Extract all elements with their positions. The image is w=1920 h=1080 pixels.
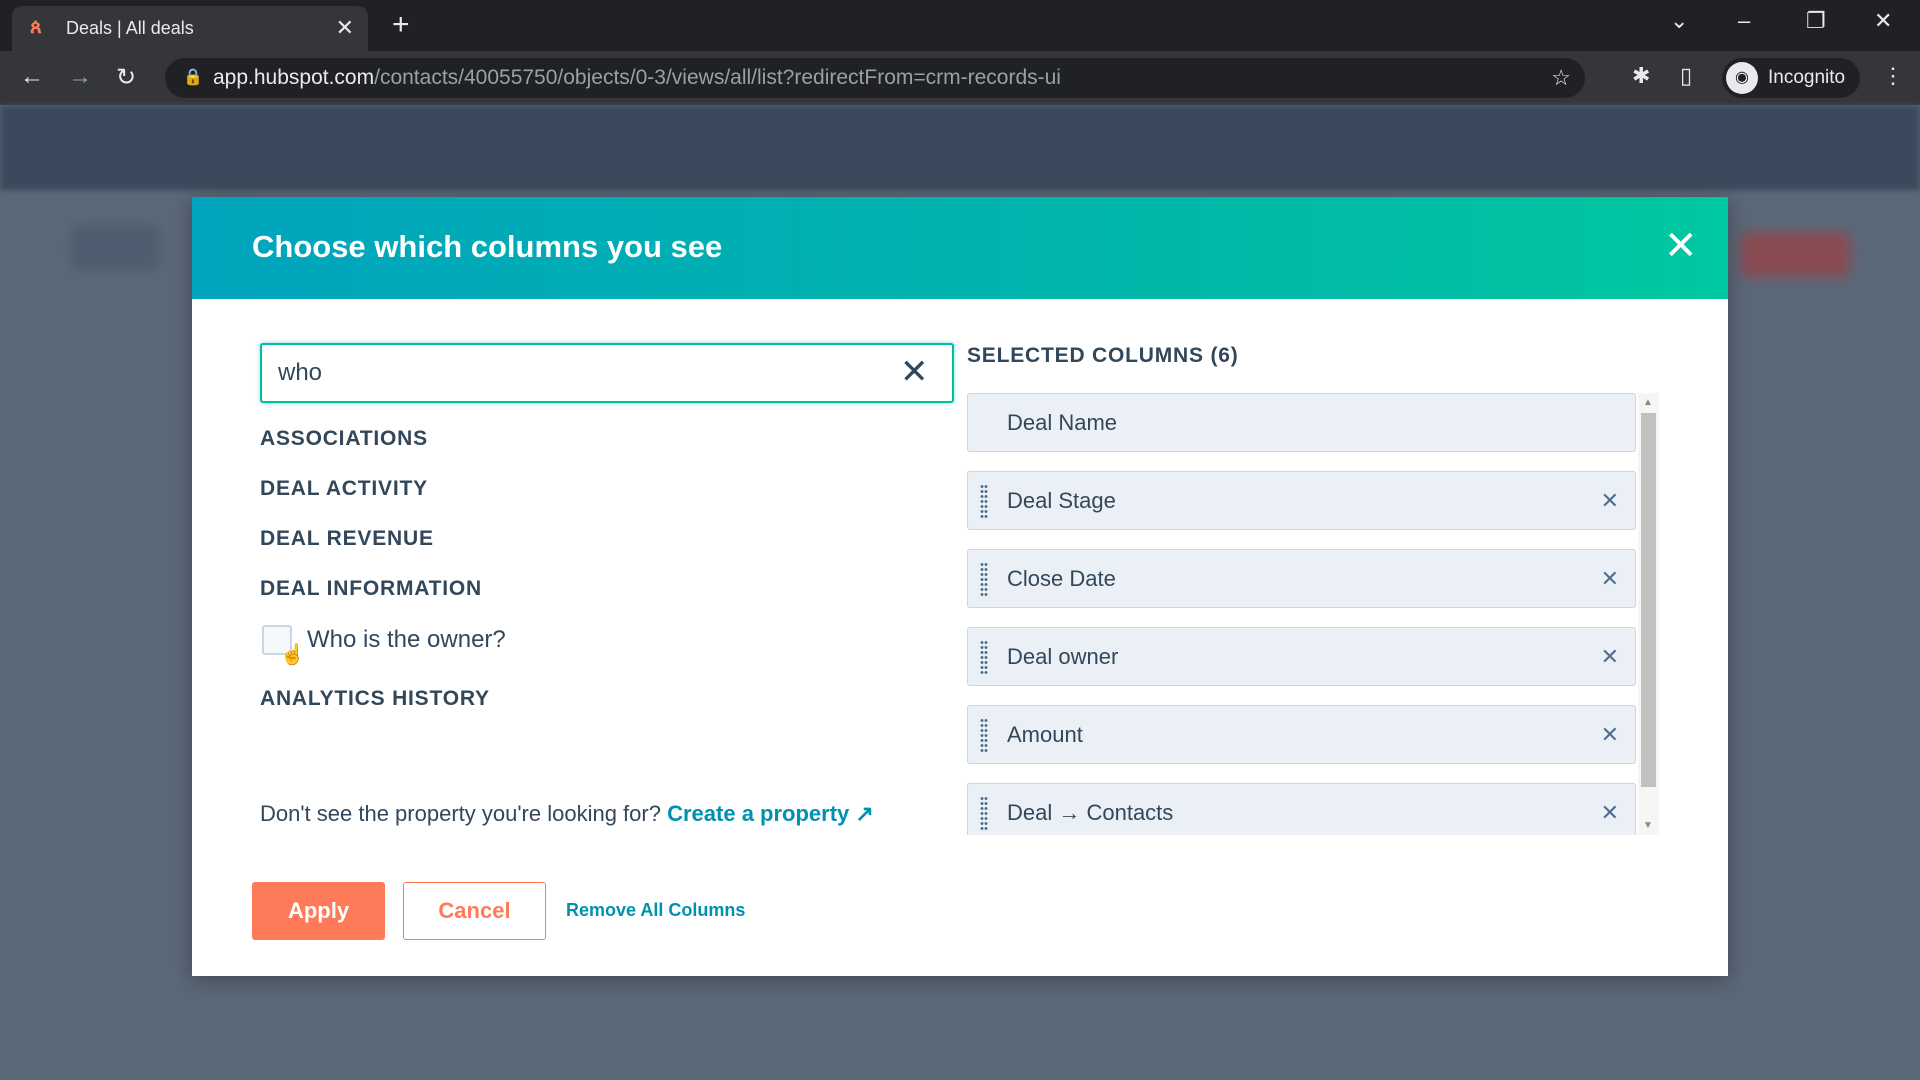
selected-columns-header: SELECTED COLUMNS (6) (967, 344, 1239, 367)
remove-column-icon[interactable]: ✕ (1601, 550, 1619, 607)
url-path: /contacts/40055750/objects/0-3/views/all… (374, 66, 1061, 89)
close-window-icon[interactable]: ✕ (1874, 8, 1892, 34)
column-label: Deal owner (1007, 644, 1119, 669)
section-deal-information[interactable]: DEAL INFORMATION (260, 577, 482, 601)
create-property-link[interactable]: Create a property ↗ (667, 801, 874, 826)
close-tab-icon[interactable]: ✕ (336, 15, 354, 41)
column-label: Deal → Contacts (1007, 800, 1174, 825)
who-is-owner-label[interactable]: Who is the owner? (307, 626, 506, 654)
hand-cursor-icon: ☝ (280, 644, 305, 666)
selected-column-deal-stage[interactable]: Deal Stage ✕ (967, 471, 1636, 530)
scroll-up-icon[interactable]: ▲ (1643, 397, 1653, 408)
footer-hint: Don't see the property you're looking fo… (260, 801, 874, 827)
menu-icon[interactable]: ⋮ (1882, 63, 1904, 89)
url-field[interactable]: 🔒 app.hubspot.com/contacts/40055750/obje… (165, 58, 1585, 98)
modal-header: Choose which columns you see ✕ (192, 197, 1728, 299)
column-chooser-modal: Choose which columns you see ✕ ✕ ASSOCIA… (192, 197, 1728, 976)
incognito-icon: ◉ (1726, 62, 1758, 94)
new-tab-icon[interactable]: + (392, 8, 410, 42)
drag-handle-icon[interactable] (980, 796, 988, 830)
scrollbar-thumb[interactable] (1641, 413, 1656, 787)
drag-handle-icon[interactable] (980, 484, 988, 518)
bookmark-star-icon[interactable]: ☆ (1551, 58, 1571, 98)
profile-label: Incognito (1768, 67, 1846, 88)
remove-all-columns-button[interactable]: Remove All Columns (566, 900, 745, 921)
browser-tab[interactable]: ጰ Deals | All deals ✕ (12, 6, 368, 51)
address-bar-row: ← → ↻ 🔒 app.hubspot.com/contacts/4005575… (0, 51, 1920, 105)
blurred-background (70, 225, 160, 270)
minimize-icon[interactable]: – (1738, 8, 1750, 34)
hubspot-favicon-icon: ጰ (30, 16, 42, 38)
selected-columns-scrollbar[interactable]: ▲ ▼ (1638, 393, 1659, 835)
section-deal-revenue[interactable]: DEAL REVENUE (260, 527, 434, 551)
scroll-down-icon[interactable]: ▼ (1643, 820, 1653, 831)
selected-column-amount[interactable]: Amount ✕ (967, 705, 1636, 764)
back-icon[interactable]: ← (20, 63, 44, 91)
footer-text: Don't see the property you're looking fo… (260, 801, 661, 826)
selected-column-deal-owner[interactable]: Deal owner ✕ (967, 627, 1636, 686)
drag-handle-icon[interactable] (980, 718, 988, 752)
column-label: Deal Name (1007, 410, 1118, 435)
column-label: Deal Stage (1007, 488, 1116, 513)
blurred-app-navigation (0, 105, 1920, 190)
external-link-icon: ↗ (855, 801, 874, 826)
reload-icon[interactable]: ↻ (116, 63, 136, 92)
browser-tab-bar: ጰ Deals | All deals ✕ + ⌄ – ❐ ✕ (0, 0, 1920, 51)
side-panel-icon[interactable]: ▯ (1680, 63, 1692, 89)
remove-column-icon[interactable]: ✕ (1601, 628, 1619, 685)
restore-icon[interactable]: ❐ (1806, 8, 1826, 34)
selected-columns-list: Deal Name Deal Stage ✕ Close Date ✕ Deal o… (967, 393, 1652, 835)
close-modal-icon[interactable]: ✕ (1664, 221, 1698, 271)
lock-icon: 🔒 (183, 69, 203, 86)
clear-search-icon[interactable]: ✕ (900, 352, 929, 392)
tab-search-icon[interactable]: ⌄ (1670, 8, 1688, 34)
selected-column-deal-name: Deal Name (967, 393, 1636, 452)
extensions-icon[interactable]: ✱ (1632, 63, 1650, 89)
selected-column-close-date[interactable]: Close Date ✕ (967, 549, 1636, 608)
url-host: app.hubspot.com (213, 66, 375, 89)
selected-column-deal-contacts[interactable]: Deal → Contacts ✕ (967, 783, 1636, 835)
drag-handle-icon[interactable] (980, 562, 988, 596)
incognito-profile[interactable]: ◉ Incognito (1722, 58, 1860, 98)
section-analytics-history[interactable]: ANALYTICS HISTORY (260, 687, 490, 711)
section-deal-activity[interactable]: DEAL ACTIVITY (260, 477, 428, 501)
cancel-button[interactable]: Cancel (403, 882, 546, 940)
blurred-background-button (1740, 232, 1850, 277)
forward-icon[interactable]: → (68, 63, 92, 91)
remove-column-icon[interactable]: ✕ (1601, 784, 1619, 835)
remove-column-icon[interactable]: ✕ (1601, 472, 1619, 529)
tab-title: Deals | All deals (66, 18, 194, 38)
column-label: Close Date (1007, 566, 1116, 591)
remove-column-icon[interactable]: ✕ (1601, 706, 1619, 763)
search-input[interactable] (260, 343, 954, 403)
drag-handle-icon[interactable] (980, 640, 988, 674)
section-associations[interactable]: ASSOCIATIONS (260, 427, 428, 451)
apply-button[interactable]: Apply (252, 882, 385, 940)
modal-title: Choose which columns you see (252, 229, 723, 264)
column-label: Amount (1007, 722, 1083, 747)
